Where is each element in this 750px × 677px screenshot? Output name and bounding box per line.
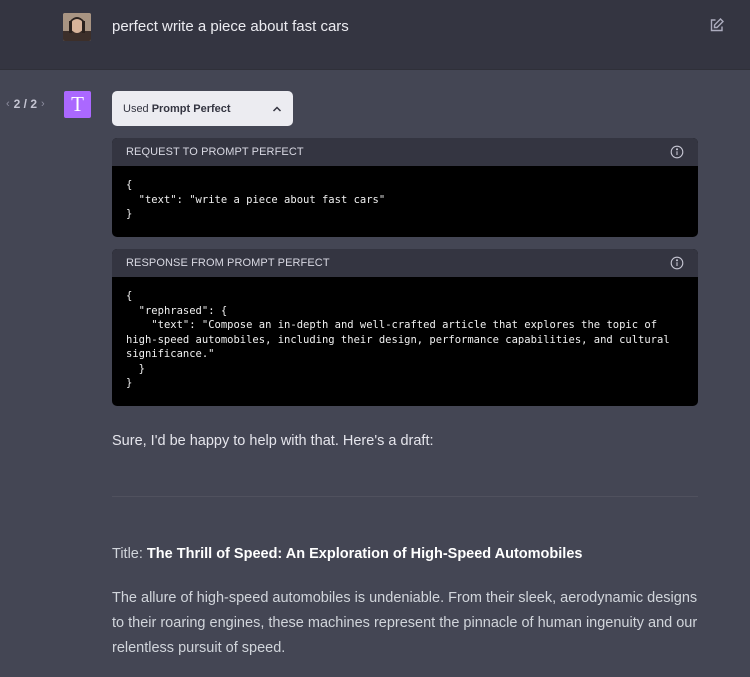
article-title-prefix: Title:	[112, 546, 147, 562]
info-icon[interactable]	[670, 145, 684, 159]
article-paragraph: The allure of high-speed automobiles is …	[112, 590, 698, 656]
plugin-toggle-button[interactable]: Used Prompt Perfect	[112, 91, 293, 126]
request-code: { "text": "write a piece about fast cars…	[126, 179, 386, 220]
response-panel-header: RESPONSE FROM PROMPT PERFECT	[112, 249, 698, 277]
plugin-name: Prompt Perfect	[151, 102, 231, 115]
assistant-reply-intro: Sure, I'd be happy to help with that. He…	[112, 433, 434, 449]
user-avatar	[63, 13, 91, 41]
chevron-left-icon[interactable]: ‹	[6, 98, 10, 110]
response-code: { "rephrased": { "text": "Compose an in-…	[126, 290, 670, 389]
assistant-avatar: T	[64, 91, 91, 118]
request-panel-title: REQUEST TO PROMPT PERFECT	[126, 146, 304, 158]
article-title-line: Title: The Thrill of Speed: An Explorati…	[112, 546, 582, 562]
response-pager: ‹ 2 / 2 ›	[6, 97, 45, 111]
chevron-right-icon[interactable]: ›	[41, 98, 45, 110]
request-panel-header: REQUEST TO PROMPT PERFECT	[112, 138, 698, 166]
article-title: The Thrill of Speed: An Exploration of H…	[146, 546, 583, 562]
response-panel-title: RESPONSE FROM PROMPT PERFECT	[126, 257, 330, 269]
response-panel: RESPONSE FROM PROMPT PERFECT { "rephrase…	[112, 249, 698, 406]
info-icon[interactable]	[670, 256, 684, 270]
divider	[112, 496, 698, 497]
plugin-used-label: Used	[123, 102, 149, 115]
request-panel: REQUEST TO PROMPT PERFECT { "text": "wri…	[112, 138, 698, 237]
pager-label: 2 / 2	[13, 97, 38, 111]
user-message-row: perfect write a piece about fast cars	[0, 0, 750, 70]
edit-icon[interactable]	[709, 17, 725, 33]
user-message-text: perfect write a piece about fast cars	[112, 18, 349, 35]
chevron-up-icon	[272, 104, 282, 114]
